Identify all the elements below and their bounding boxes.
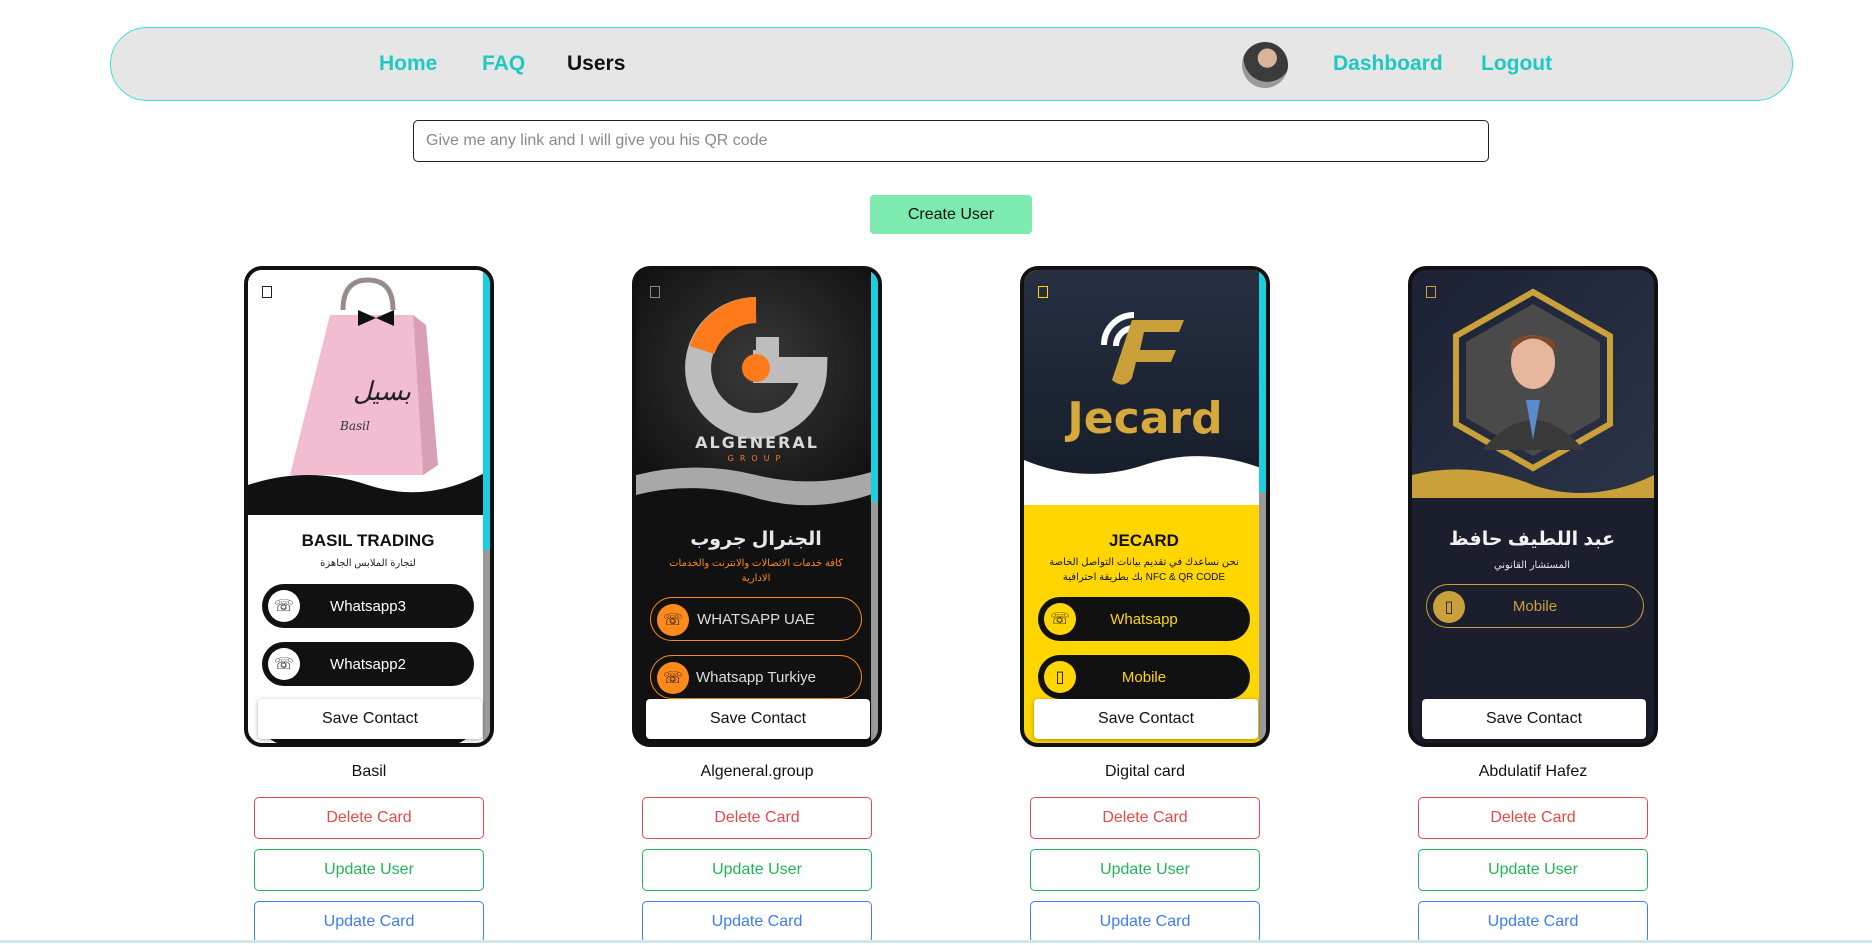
card-link-label: Mobile [1512,597,1558,615]
qr-link-input[interactable] [413,120,1489,162]
user-name: Algeneral.group [700,763,814,780]
update-card-button[interactable]: Update Card [642,901,872,943]
card-link-button[interactable]: ☏ WHATSAPP UAE [650,597,862,641]
phone-icon: ▯ [1044,661,1076,693]
nav-logout-link[interactable]: Logout [1481,52,1552,76]
card-title: BASIL TRADING [301,531,435,550]
card-link-button[interactable]: ☏ Whatsapp Turkiye [650,655,862,699]
card-preview[interactable]: عبد اللطيف حافظ المستشار القانوني ▯ Mobi… [1408,266,1658,747]
card-preview[interactable]: بسيل Basil BASIL TRADING لتجارة الملابس … [244,266,494,747]
user-card-column: Jecard JECARD نحن نساعدك في تقديم بيانات… [1020,266,1270,943]
brand-text: Basil [339,419,370,433]
delete-card-button[interactable]: Delete Card [254,797,484,839]
whatsapp-icon: ☏ [268,590,300,622]
card-link-label: Whatsapp [1110,610,1178,628]
card-link-button[interactable]: ▯ Mobile [1038,655,1250,699]
update-card-button[interactable]: Update Card [254,901,484,943]
card-subtitle: المستشار القانوني [1493,560,1571,571]
save-contact-button[interactable]: Save Contact [1034,699,1258,739]
user-card-column: بسيل Basil BASIL TRADING لتجارة الملابس … [244,266,494,943]
whatsapp-icon: ☏ [657,604,689,636]
card-hero-image: Jecard [1024,270,1266,515]
phone-icon: ▯ [1433,591,1465,623]
card-preview[interactable]: Jecard JECARD نحن نساعدك في تقديم بيانات… [1020,266,1270,747]
nav-faq-link[interactable]: FAQ [482,52,525,76]
delete-card-button[interactable]: Delete Card [642,797,872,839]
card-link-button[interactable]: ☏ Whatsapp3 [262,584,474,628]
user-avatar[interactable] [1242,42,1288,88]
whatsapp-icon: ☏ [268,648,300,680]
card-title: عبد اللطيف حافظ [1448,529,1616,550]
svg-text:بسيل: بسيل [353,377,411,407]
corner-icon [1426,286,1436,298]
nav-users-link[interactable]: Users [567,52,625,76]
brand-subtext: GROUP [728,454,787,463]
update-user-button[interactable]: Update User [1030,849,1260,891]
update-card-button[interactable]: Update Card [1418,901,1648,943]
user-card-column: ALGENERAL GROUP الجنرال جروب كافة خدمات … [632,266,882,943]
whatsapp-icon: ☏ [657,662,689,694]
update-user-button[interactable]: Update User [1418,849,1648,891]
corner-icon [1038,286,1048,298]
update-card-button[interactable]: Update Card [1030,901,1260,943]
card-link-label: WHATSAPP UAE [697,610,815,628]
brand-text: ALGENERAL [695,433,819,452]
card-scrollbar[interactable] [483,270,490,743]
card-link-label: Mobile [1121,668,1167,686]
card-hero-image: بسيل Basil [248,270,490,515]
update-user-button[interactable]: Update User [254,849,484,891]
card-preview[interactable]: ALGENERAL GROUP الجنرال جروب كافة خدمات … [632,266,882,747]
card-link-label: Whatsapp Turkiye [695,668,817,686]
card-link-label: Whatsapp2 [330,655,406,673]
card-link-button[interactable]: ☏ Whatsapp [1038,597,1250,641]
card-title: JECARD [1109,531,1179,550]
save-contact-button[interactable]: Save Contact [258,699,482,739]
card-scrollbar[interactable] [871,270,878,743]
whatsapp-icon: ☏ [1044,603,1076,635]
user-name: Basil [351,763,387,780]
card-title: الجنرال جروب [690,529,822,550]
brand-text: Jecard [1064,393,1222,444]
create-user-button[interactable]: Create User [870,195,1032,234]
update-user-button[interactable]: Update User [642,849,872,891]
card-hero-image [1412,270,1654,515]
page-bottom-divider [0,940,1872,943]
corner-icon [262,286,272,298]
card-link-label: Whatsapp3 [330,597,406,615]
delete-card-button[interactable]: Delete Card [1030,797,1260,839]
card-subtitle: كافة خدمات الاتصالات والانترنت والخدمات … [669,558,843,584]
save-contact-button[interactable]: Save Contact [1422,699,1646,739]
card-subtitle: لتجارة الملابس الجاهزة [320,558,416,569]
nav-home-link[interactable]: Home [379,52,437,76]
card-subtitle: نحن نساعدك في تقديم بيانات التواصل الخاص… [1049,557,1239,583]
user-name: Digital card [1104,763,1186,780]
card-link-button[interactable]: ▯ Mobile [1426,584,1644,628]
card-hero-image: ALGENERAL GROUP [636,270,878,515]
card-scrollbar[interactable] [1259,270,1266,743]
delete-card-button[interactable]: Delete Card [1418,797,1648,839]
user-name: Abdulatif Hafez [1478,763,1588,780]
corner-icon [650,286,660,298]
nav-dashboard-link[interactable]: Dashboard [1333,52,1443,76]
card-link-button[interactable]: ☏ Whatsapp2 [262,642,474,686]
user-card-column: عبد اللطيف حافظ المستشار القانوني ▯ Mobi… [1408,266,1658,943]
save-contact-button[interactable]: Save Contact [646,699,870,739]
top-navbar: Home FAQ Users Dashboard Logout [110,27,1793,101]
